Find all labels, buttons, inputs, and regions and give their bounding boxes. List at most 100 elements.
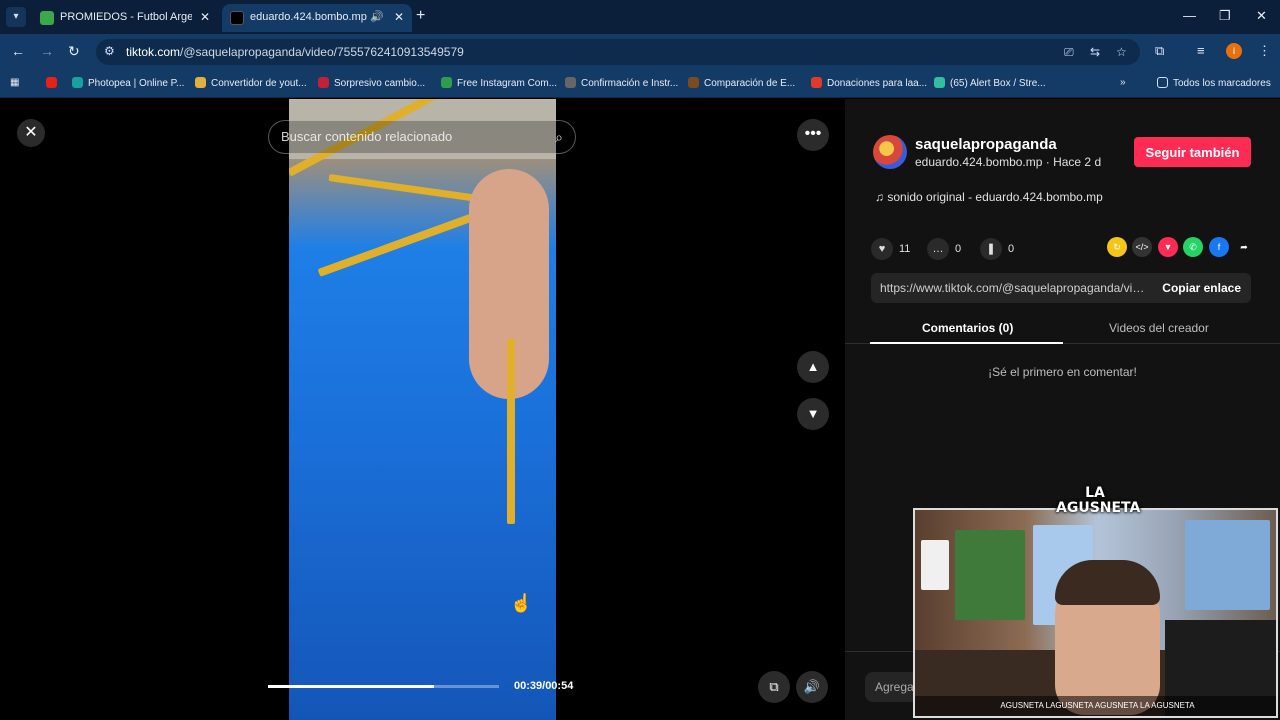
like-count: 11 — [899, 243, 911, 255]
comment-count: 0 — [955, 243, 962, 255]
search-input[interactable] — [281, 129, 541, 144]
promiedos-favicon-icon — [40, 11, 54, 25]
site-info-icon[interactable]: ⚙ — [104, 44, 115, 58]
bookmark-label: Confirmación e Instr... — [581, 78, 679, 89]
bookmark-label: Photopea | Online P... — [88, 78, 185, 89]
follow-button[interactable]: Seguir también — [1134, 137, 1251, 167]
bookmark-icon: ❚ — [980, 238, 1002, 260]
cast-icon[interactable]: ⎚ — [1064, 45, 1074, 60]
bookmark-label: Todos los marcadores — [1173, 78, 1271, 89]
bookmark-item[interactable]: Free Instagram Com... — [441, 77, 557, 89]
reading-list-icon[interactable]: ≡ — [1197, 43, 1205, 58]
url-path: /@saquelapropaganda/video/75557624109135… — [180, 45, 464, 59]
instagram-tool-icon — [441, 77, 452, 88]
sound-label: sonido original - eduardo.424.bombo.mp — [887, 190, 1103, 204]
club-crest-poster — [921, 540, 949, 590]
video-progress-fill — [268, 685, 435, 688]
tab-comments[interactable]: Comentarios (0) — [922, 321, 1013, 335]
more-bookmarks-icon[interactable]: » — [1120, 77, 1126, 88]
audio-playing-icon[interactable]: 🔊 — [370, 10, 384, 23]
extensions-icon[interactable]: ⧉ — [1155, 43, 1164, 59]
video-progress-bar[interactable] — [268, 685, 499, 688]
translate-icon[interactable]: ⇆ — [1090, 45, 1100, 59]
reload-icon[interactable]: ↻ — [68, 43, 80, 60]
close-icon[interactable]: ✕ — [17, 119, 45, 147]
new-tab-button[interactable]: + — [416, 7, 425, 25]
next-video-icon[interactable]: ▼ — [797, 398, 829, 430]
share-arrow-icon[interactable]: ➦ — [1234, 237, 1254, 257]
photopea-icon — [72, 77, 83, 88]
music-note-icon: ♫ — [875, 190, 888, 204]
url-domain: tiktok.com — [126, 45, 181, 59]
forward-icon[interactable]: → — [40, 43, 54, 59]
minimize-icon[interactable]: — — [1183, 8, 1196, 23]
related-content-search[interactable]: ⌕ — [268, 120, 576, 154]
player-poster — [1185, 520, 1270, 610]
menu-kebab-icon[interactable]: ⋮ — [1258, 43, 1271, 59]
apps-grid-icon[interactable]: ▦ — [10, 77, 19, 88]
empty-comments-message: ¡Sé el primero en comentar! — [988, 365, 1137, 379]
tab-title: PROMIEDOS - Futbol Argentino — [60, 11, 192, 23]
repost-icon[interactable]: ↻ — [1107, 237, 1127, 257]
url-text[interactable]: tiktok.com/@saquelapropaganda/video/7555… — [126, 45, 464, 59]
bookmark-item[interactable]: Donaciones para laa... — [811, 77, 927, 89]
bookmark-item[interactable]: (65) Alert Box / Stre... — [934, 77, 1046, 89]
video-link-box: https://www.tiktok.com/@saquelapropagand… — [871, 273, 1251, 303]
bookmark-label: Sorpresivo cambio... — [334, 78, 426, 89]
tab-creator-videos[interactable]: Videos del creador — [1109, 321, 1209, 335]
alertbox-icon — [934, 77, 945, 88]
streamer-webcam: AGUSNETA LAGUSNETA AGUSNETA LA AGUSNETA — [913, 508, 1278, 718]
tiktok-favicon-icon — [230, 11, 244, 25]
creator-avatar[interactable] — [873, 135, 907, 169]
creator-username[interactable]: saquelapropaganda — [915, 136, 1057, 153]
stadium-poster — [955, 530, 1025, 620]
copy-link-button[interactable]: Copiar enlace — [1162, 281, 1241, 295]
tab-tiktok[interactable]: eduardo.424.bombo.mp (@ 🔊 ✕ — [222, 4, 412, 32]
search-icon[interactable]: ⌕ — [555, 129, 563, 146]
bookmark-star-icon[interactable]: ☆ — [1116, 45, 1127, 59]
address-toolbar: ← → ↻ ⚙ tiktok.com/@saquelapropaganda/vi… — [0, 34, 1280, 70]
bookmark-item[interactable]: Convertidor de yout... — [195, 77, 307, 89]
bookmark-item[interactable]: Comparación de E... — [688, 77, 795, 89]
save-count: 0 — [1008, 243, 1015, 255]
bookmark-label: (65) Alert Box / Stre... — [950, 78, 1046, 89]
send-to-friends-icon[interactable]: ▼ — [1158, 237, 1178, 257]
video-player[interactable] — [289, 99, 556, 720]
bookmark-item[interactable]: Confirmación e Instr... — [565, 77, 678, 89]
tab-search-icon[interactable]: ▾ — [6, 7, 26, 27]
streamer-logo: LA AGUSNETA — [1056, 485, 1141, 516]
previous-video-icon[interactable]: ▲ — [797, 351, 829, 383]
volume-icon[interactable]: 🔊 — [796, 671, 828, 703]
like-button[interactable]: ♥ 11 — [871, 238, 910, 260]
close-window-icon[interactable]: ✕ — [1256, 8, 1267, 24]
back-icon[interactable]: ← — [11, 43, 25, 59]
close-tab-icon[interactable]: ✕ — [394, 10, 404, 24]
bookmark-label: Free Instagram Com... — [457, 78, 558, 89]
save-button[interactable]: ❚ 0 — [980, 238, 1014, 260]
all-bookmarks-folder[interactable]: Todos los marcadores — [1157, 77, 1271, 89]
converter-icon — [195, 77, 206, 88]
comment-bubble-icon: … — [927, 238, 949, 260]
tab-promiedos[interactable]: PROMIEDOS - Futbol Argentino ✕ — [32, 4, 218, 32]
sound-link[interactable]: ♫ sonido original - eduardo.424.bombo.mp — [875, 190, 1103, 204]
facebook-icon[interactable]: f — [1209, 237, 1229, 257]
more-options-icon[interactable]: ••• — [797, 119, 829, 151]
video-time: 00:39/00:54 — [514, 680, 574, 692]
browser-tab-bar: ▾ PROMIEDOS - Futbol Argentino ✕ eduardo… — [0, 0, 1280, 34]
bookmark-label: Comparación de E... — [704, 78, 796, 89]
bookmark-item[interactable]: Sorpresivo cambio... — [318, 77, 425, 89]
youtube-bookmark-icon[interactable] — [46, 77, 62, 89]
profile-avatar[interactable]: I — [1226, 43, 1242, 59]
donations-icon — [811, 77, 822, 88]
close-tab-icon[interactable]: ✕ — [200, 10, 210, 24]
embed-icon[interactable]: </> — [1132, 237, 1152, 257]
comment-button[interactable]: … 0 — [927, 238, 961, 260]
compare-icon — [688, 77, 699, 88]
whatsapp-icon[interactable]: ✆ — [1183, 237, 1203, 257]
floating-player-icon[interactable]: ⧉ — [758, 671, 790, 703]
confirm-icon — [565, 77, 576, 88]
bookmark-item[interactable]: Photopea | Online P... — [72, 77, 184, 89]
address-bar[interactable]: ⚙ tiktok.com/@saquelapropaganda/video/75… — [96, 39, 1140, 65]
video-link-text[interactable]: https://www.tiktok.com/@saquelapropagand… — [880, 281, 1148, 295]
restore-icon[interactable]: ❐ — [1219, 8, 1231, 24]
